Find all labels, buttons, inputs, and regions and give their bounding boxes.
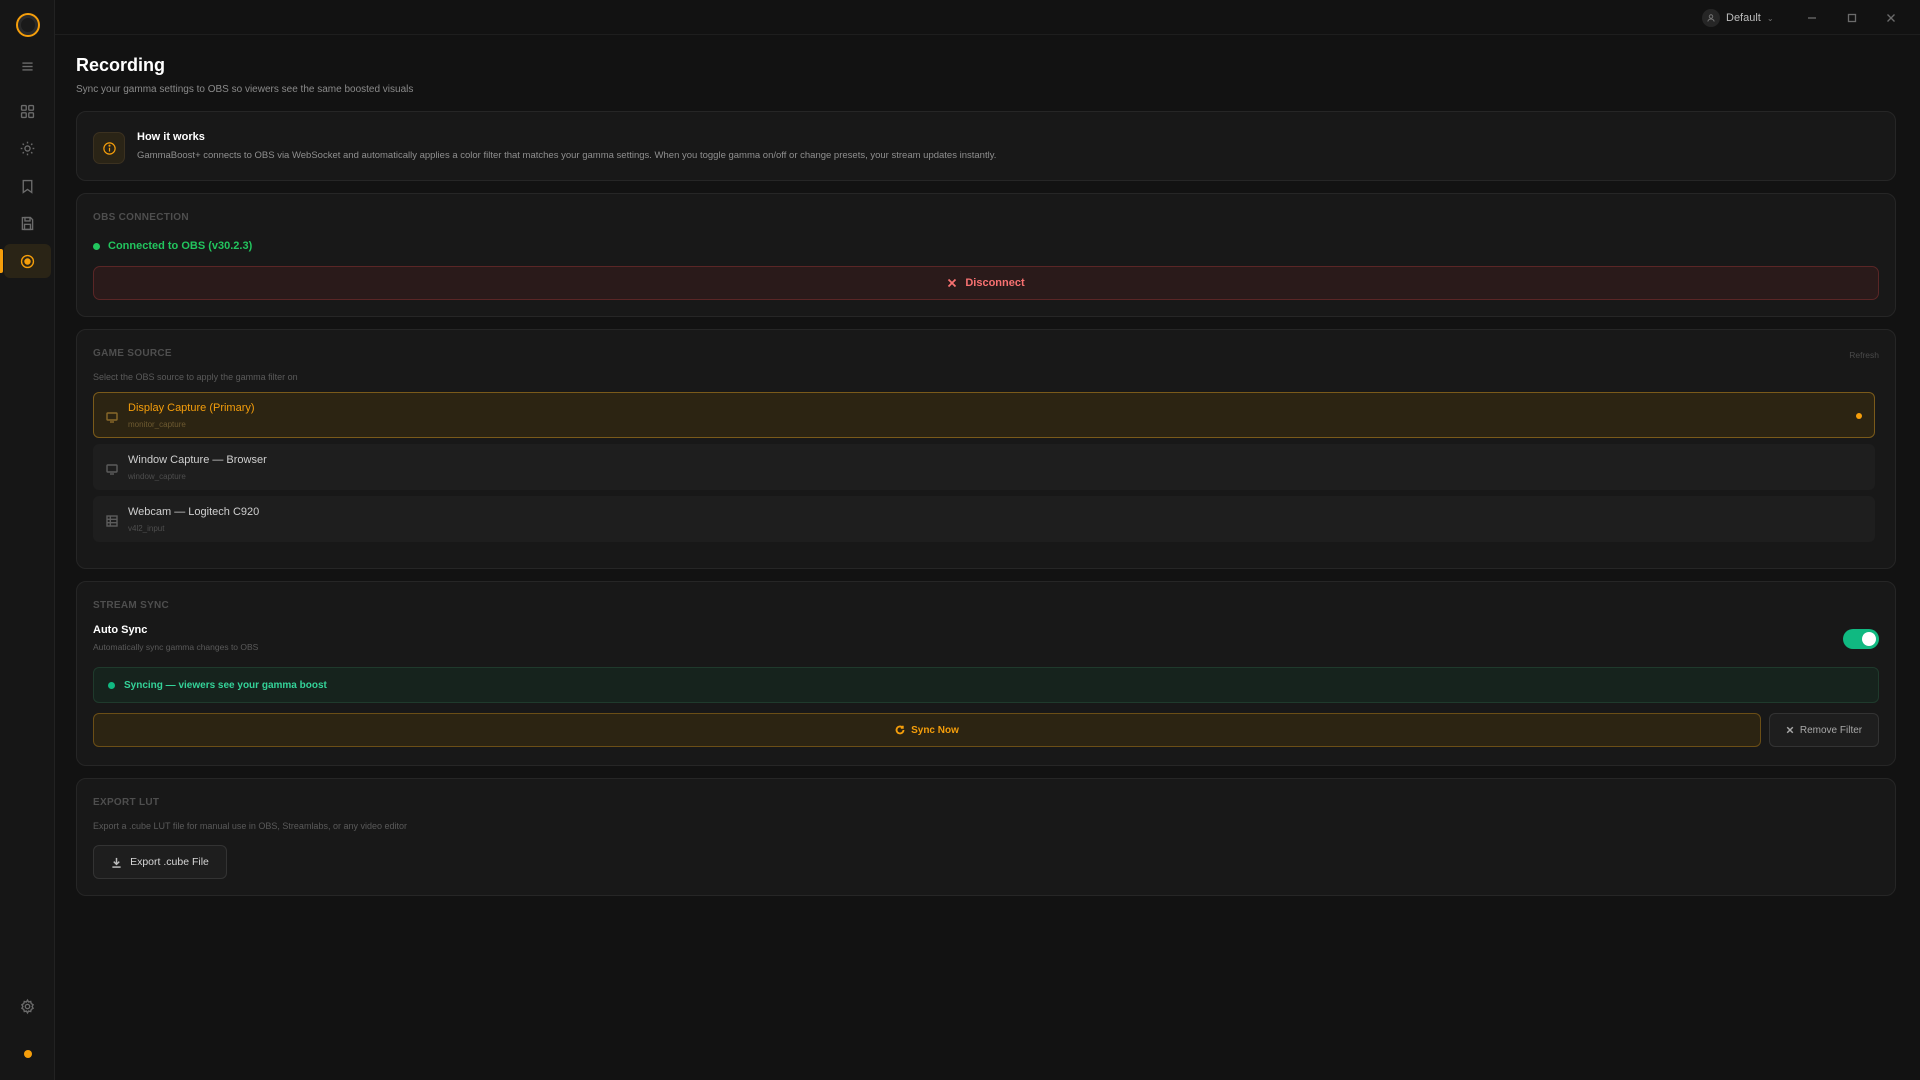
connection-status: Connected to OBS (v30.2.3) [93,240,252,252]
export-cube-label: Export .cube File [130,856,209,868]
sidebar-item-dashboard[interactable] [4,94,51,128]
source-id: window_capture [128,472,186,481]
bookmark-icon [22,179,33,194]
game-source-card: GAME SOURCE Refresh Select the OBS sourc… [76,329,1896,569]
source-id: monitor_capture [128,420,186,429]
sync-status-banner: Syncing — viewers see your gamma boost [93,667,1879,703]
refresh-icon [895,725,905,735]
app-logo-icon [16,13,40,37]
menu-icon[interactable] [4,49,51,83]
dashboard-grid-icon [20,104,35,118]
how-it-works-text: GammaBoost+ connects to OBS via WebSocke… [137,150,997,161]
game-source-hint: Select the OBS source to apply the gamma… [93,372,298,382]
active-indicator [0,249,3,273]
section-label: GAME SOURCE [93,348,172,359]
sidebar-item-settings[interactable] [4,989,51,1023]
source-name: Display Capture (Primary) [128,402,255,414]
auto-sync-toggle[interactable] [1843,629,1879,649]
source-option[interactable]: Display Capture (Primary) monitor_captur… [93,392,1875,438]
disconnect-button[interactable]: Disconnect [93,266,1879,300]
auto-sync-title: Auto Sync [93,624,148,636]
profile-selector[interactable]: Default ⌄ [1702,8,1774,28]
maximize-button[interactable] [1842,8,1862,28]
title-bar: Default ⌄ [55,0,1920,35]
monitor-icon [106,462,118,475]
obs-connection-card: OBS CONNECTION Connected to OBS (v30.2.3… [76,193,1896,317]
status-dot-icon [108,681,115,689]
close-icon [1786,726,1794,734]
source-id: v4l2_input [128,524,165,533]
disconnect-label: Disconnect [965,277,1025,289]
section-label: OBS CONNECTION [93,212,189,223]
section-label: STREAM SYNC [93,600,170,611]
profile-name: Default [1726,12,1761,24]
minimize-button[interactable] [1802,8,1822,28]
sidebar [0,0,55,1080]
record-icon [20,254,35,268]
section-label: EXPORT LUT [93,797,160,808]
source-name: Webcam — Logitech C920 [128,506,260,518]
source-name: Window Capture — Browser [128,454,267,466]
save-icon [21,216,34,230]
export-lut-card: EXPORT LUT Export a .cube LUT file for m… [76,778,1896,896]
export-cube-button[interactable]: Export .cube File [93,845,227,879]
remove-filter-button[interactable]: Remove Filter [1769,713,1879,747]
grid-icon [106,514,118,527]
status-dot-icon [93,242,100,250]
page-title: Recording [76,55,166,75]
status-dot-icon [24,1050,32,1058]
sidebar-item-gamma[interactable] [4,131,51,165]
page-subtitle: Sync your gamma settings to OBS so viewe… [76,84,414,95]
download-icon [112,857,121,868]
selected-dot-icon [1856,413,1862,419]
auto-sync-description: Automatically sync gamma changes to OBS [93,642,259,652]
sync-now-button[interactable]: Sync Now [93,713,1761,747]
refresh-button[interactable]: Refresh [1849,350,1879,360]
how-it-works-card: How it works GammaBoost+ connects to OBS… [76,111,1896,181]
info-icon [93,132,125,164]
close-icon [948,278,957,288]
sidebar-item-saved[interactable] [4,206,51,240]
how-it-works-title: How it works [137,131,205,143]
chevron-down-icon: ⌄ [1766,13,1774,23]
sync-now-label: Sync Now [911,724,959,736]
export-lut-hint: Export a .cube LUT file for manual use i… [93,821,407,831]
sun-icon [20,141,35,155]
sync-status-text: Syncing — viewers see your gamma boost [124,679,327,691]
close-button[interactable] [1881,8,1901,28]
source-option[interactable]: Window Capture — Browser window_capture [93,444,1875,490]
stream-sync-card: STREAM SYNC Auto Sync Automatically sync… [76,581,1896,766]
user-icon [1702,9,1720,27]
sidebar-item-presets[interactable] [4,169,51,203]
source-option[interactable]: Webcam — Logitech C920 v4l2_input [93,496,1875,542]
sidebar-item-recording[interactable] [4,244,51,278]
monitor-icon [106,410,118,423]
remove-filter-label: Remove Filter [1799,724,1863,736]
gear-icon [20,998,35,1014]
connection-status-text: Connected to OBS (v30.2.3) [108,240,253,252]
